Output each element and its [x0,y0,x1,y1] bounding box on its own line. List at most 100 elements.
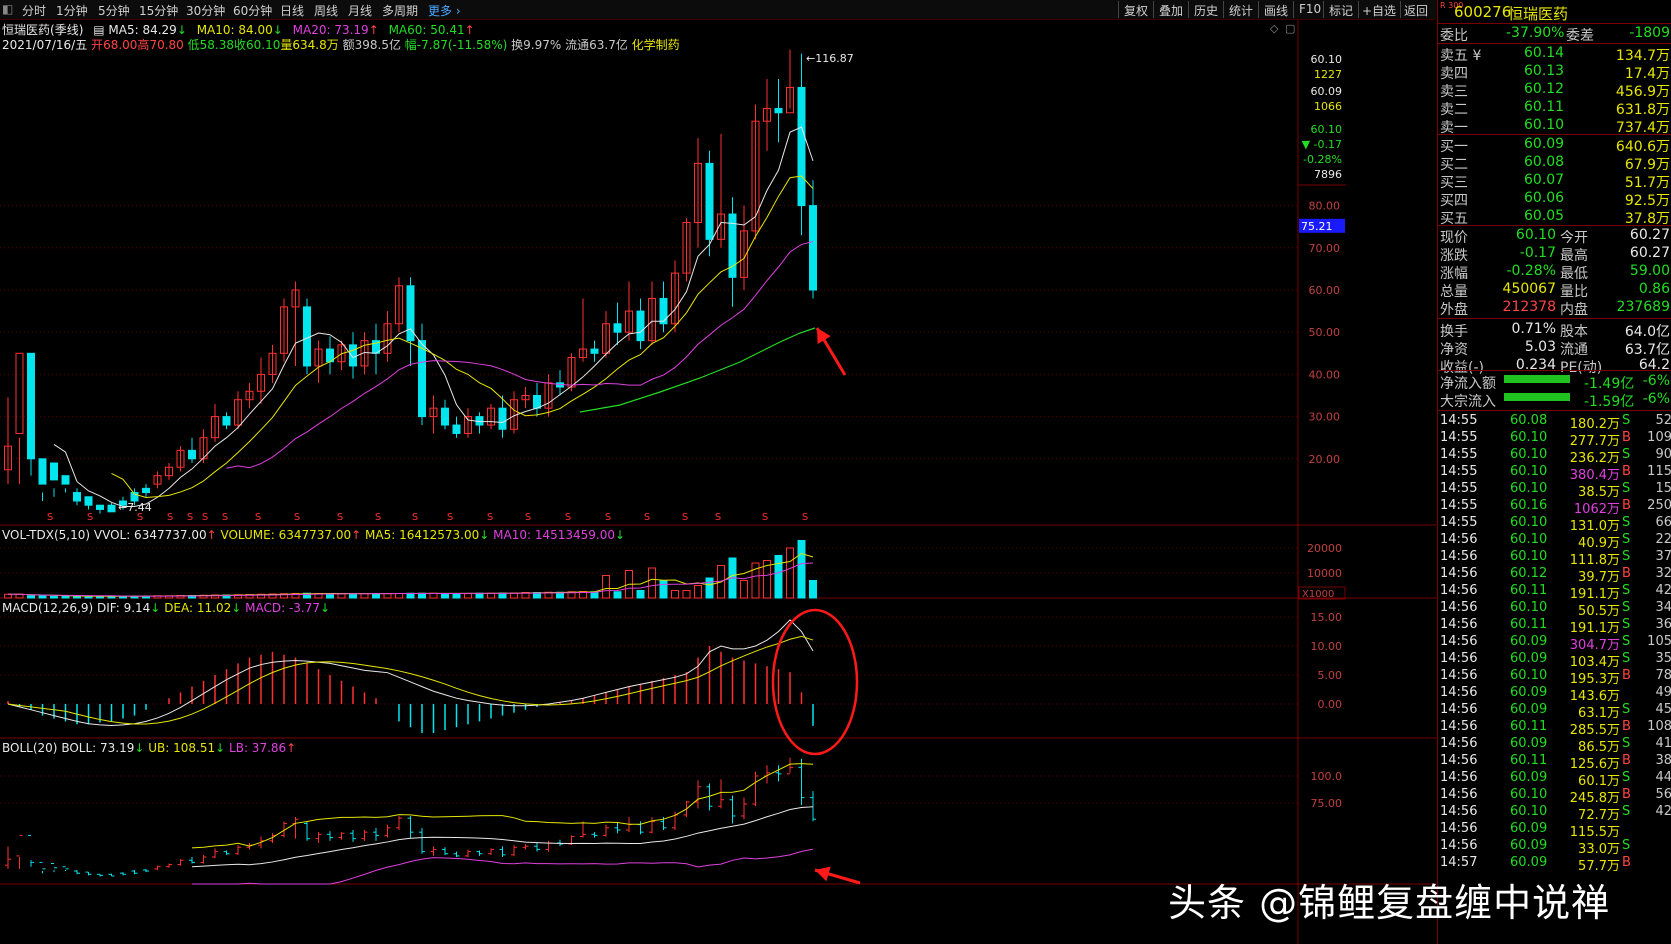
close-label: 收 [234,38,247,52]
restore-rights-button[interactable]: 复权 [1124,2,1148,19]
candle-body [636,310,645,342]
period-tab-daily[interactable]: 日线 [280,2,304,19]
stat-row: 净资 5.03 流通 63.7亿 [1438,338,1671,358]
add-watchlist-button[interactable]: +自选 [1362,2,1396,19]
tick-row: 14:55 60.10 38.5万 S 15 [1438,480,1671,500]
tick-time: 14:56 [1440,838,1478,853]
tick-count: 35 [1655,651,1671,666]
axis-quote-label: 1066 [1314,100,1342,113]
ask-row[interactable]: 卖五 ¥60.14 134.7万 [1438,44,1671,64]
event-marker: S [167,512,173,523]
stock-name-suffix: (季线) [50,23,84,37]
period-tab-60min[interactable]: 60分钟 [233,2,272,19]
tick-price: 60.09 [1510,651,1548,666]
bid-row[interactable]: 买五 60.05 37.8万 [1438,207,1671,227]
kline-chart[interactable]: 80.00 70.00 60.00 50.00 40.00 30.00 20.00 60.10… [0,0,1436,944]
ask-row[interactable]: 卖三 60.12 456.9万 [1438,80,1671,100]
collapse-icon[interactable]: ▢ [1285,22,1295,35]
tick-side: S [1622,515,1631,530]
stat-row: 涨幅 -0.28% 最低 59.00 [1438,262,1671,282]
f10-button[interactable]: F10 [1299,2,1321,16]
more-periods-button[interactable]: 更多 › [428,2,461,19]
bid-row[interactable]: 买三 60.07 51.7万 [1438,171,1671,191]
tick-time: 14:56 [1440,719,1478,734]
draw-line-button[interactable]: 画线 [1264,2,1288,19]
bid-row[interactable]: 买一 60.09 640.6万 [1438,135,1671,155]
axis-quote-label: -0.28% [1303,153,1342,166]
tick-price: 60.10 [1510,481,1548,496]
period-tab-weekly[interactable]: 周线 [314,2,338,19]
mark-button[interactable]: 标记 [1329,2,1353,19]
back-button[interactable]: 返回 [1404,2,1428,19]
tick-row: 14:56 60.11 191.1万 S 36 [1438,616,1671,636]
ma10-label: MA10: 84.00 [196,23,273,37]
bid-row[interactable]: 买四 60.06 92.5万 [1438,189,1671,209]
tick-price: 60.11 [1510,583,1548,598]
period-tab-1min[interactable]: 1分钟 [56,2,88,19]
period-tab-5min[interactable]: 5分钟 [98,2,130,19]
period-tab-multi[interactable]: 多周期 [382,2,418,19]
ask-row[interactable]: 卖四 60.13 17.4万 [1438,62,1671,82]
stat-value: 212378 [1502,299,1556,315]
ask-price: 60.11 [1524,99,1565,115]
history-button[interactable]: 历史 [1194,2,1218,19]
tick-price: 60.10 [1510,430,1548,445]
statistics-button[interactable]: 统计 [1229,2,1253,19]
candle-body [107,504,116,513]
tick-time: 14:56 [1440,549,1478,564]
settings-diamond-icon[interactable]: ◇ [1270,22,1279,35]
event-marker: S [644,512,650,523]
tick-count: 115 [1647,464,1671,479]
tick-time: 14:56 [1440,821,1478,836]
current-price-label: 75.21 [1301,220,1333,233]
stat-row: 现价 60.10 今开 60.27 [1438,226,1671,246]
event-marker: S [447,512,453,523]
flow-value: -1.59亿 [1584,394,1635,410]
tick-side: S [1622,702,1631,717]
ask-row[interactable]: 卖二 60.11 631.8万 [1438,98,1671,118]
tick-price: 60.10 [1510,549,1548,564]
bid-row[interactable]: 买二 60.08 67.9万 [1438,153,1671,173]
toolbar-toggle-icon[interactable]: ◧ [2,2,13,16]
amount-label: 额 [342,38,355,52]
header-menu-icon[interactable]: ▤ [93,23,104,37]
boll-indicator-name[interactable]: BOLL(20) [2,741,57,755]
period-toolbar: ◧ 分时 1分钟 5分钟 15分钟 30分钟 60分钟 日线 周线 月线 多周期… [0,0,1436,20]
tick-side: B [1622,855,1631,870]
tick-side: B [1622,668,1631,683]
tick-row: 14:56 60.09 304.7万 S 105 [1438,633,1671,653]
period-tab-30min[interactable]: 30分钟 [186,2,225,19]
ask-row[interactable]: 卖一 60.10 737.4万 [1438,116,1671,136]
period-tab-fenshi[interactable]: 分时 [22,2,46,19]
tick-row: 14:55 60.10 380.4万 B 115 [1438,463,1671,483]
period-tab-15min[interactable]: 15分钟 [139,2,178,19]
vol-indicator-name[interactable]: VOL-TDX(5,10) [2,528,90,542]
tick-time: 14:56 [1440,770,1478,785]
candle-body [15,352,24,434]
tick-count: 44 [1655,770,1671,785]
stat-value: 0.71% [1511,321,1556,337]
tick-side: S [1622,634,1631,649]
stat-row: 总量 450067 量比 0.86 [1438,280,1671,300]
tick-price: 60.09 [1510,634,1548,649]
period-tab-monthly[interactable]: 月线 [348,2,372,19]
volume-bar [383,593,392,599]
bar-date: 2021/07/16/五 [2,38,88,52]
flow-pct: -6% [1642,373,1670,389]
axis-quote-label: 60.10 [1311,123,1343,136]
ask-price: 60.10 [1524,117,1565,133]
event-marker: S [487,512,493,523]
candle-body [73,492,81,502]
tick-row: 14:56 60.09 33.0万 S [1438,837,1671,857]
overlay-button[interactable]: 叠加 [1159,2,1183,19]
volume-bar [797,540,806,599]
tick-time: 14:56 [1440,787,1478,802]
tick-side: S [1622,804,1631,819]
sector-label[interactable]: 化学制药 [632,38,680,52]
float-value: 63.7亿 [589,38,628,52]
volume-tick-label: 10000 [1307,567,1342,580]
volume-bar [372,593,380,599]
tick-time: 14:56 [1440,532,1478,547]
stat-value: 0.86 [1638,281,1670,297]
macd-indicator-name[interactable]: MACD(12,26,9) [2,601,93,615]
